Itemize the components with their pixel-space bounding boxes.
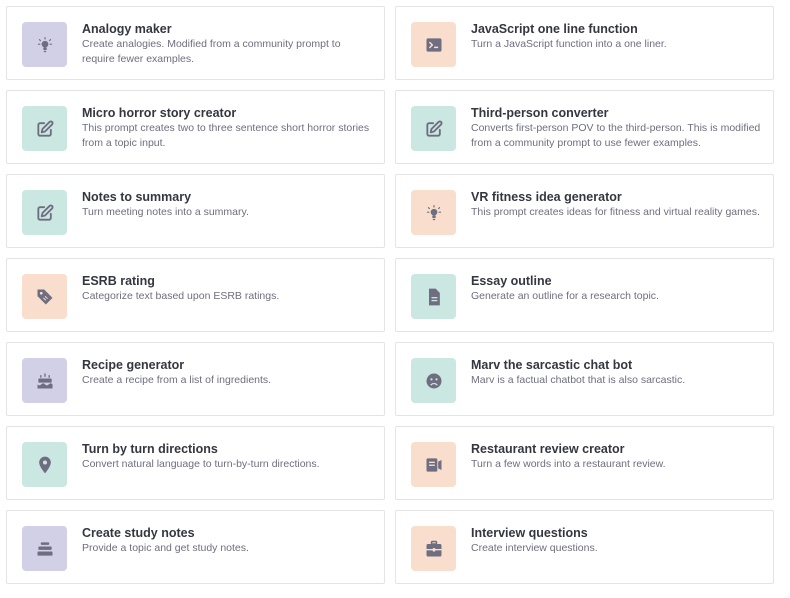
example-card-create-study-notes[interactable]: Create study notes Provide a topic and g…	[6, 510, 385, 584]
icon-tile	[22, 442, 67, 487]
sad-face-icon	[424, 371, 444, 391]
card-text: Create study notes Provide a topic and g…	[82, 525, 372, 556]
lightbulb-icon	[424, 203, 444, 223]
card-title: Recipe generator	[82, 358, 185, 372]
card-title: Notes to summary	[82, 190, 192, 204]
example-card-essay-outline[interactable]: Essay outline Generate an outline for a …	[395, 258, 774, 332]
card-title: Marv the sarcastic chat bot	[471, 358, 633, 372]
icon-tile	[411, 442, 456, 487]
card-description: Turn a JavaScript function into a one li…	[471, 38, 667, 50]
card-title: VR fitness idea generator	[471, 190, 622, 204]
card-title: Create study notes	[82, 526, 195, 540]
card-description: Convert natural language to turn-by-turn…	[82, 458, 320, 470]
card-description: Create a recipe from a list of ingredien…	[82, 374, 272, 386]
example-card-restaurant-review-creator[interactable]: Restaurant review creator Turn a few wor…	[395, 426, 774, 500]
icon-tile	[411, 22, 456, 67]
card-title: JavaScript one line function	[471, 22, 638, 36]
icon-tile	[22, 106, 67, 151]
card-description: Generate an outline for a research topic…	[471, 290, 659, 302]
card-description: This prompt creates ideas for fitness an…	[471, 206, 760, 218]
example-card-micro-horror-story-creator[interactable]: Micro horror story creator This prompt c…	[6, 90, 385, 164]
example-card-esrb-rating[interactable]: ESRB rating Categorize text based upon E…	[6, 258, 385, 332]
card-title: ESRB rating	[82, 274, 155, 288]
card-description: Provide a topic and get study notes.	[82, 542, 249, 554]
card-description: Turn a few words into a restaurant revie…	[471, 458, 666, 470]
briefcase-icon	[424, 539, 444, 559]
card-title: Restaurant review creator	[471, 442, 625, 456]
card-title: Third-person converter	[471, 106, 609, 120]
example-card-vr-fitness-idea-generator[interactable]: VR fitness idea generator This prompt cr…	[395, 174, 774, 248]
example-card-javascript-one-line-function[interactable]: JavaScript one line function Turn a Java…	[395, 6, 774, 80]
tag-icon	[35, 287, 55, 307]
edit-icon	[424, 119, 444, 139]
icon-tile	[22, 358, 67, 403]
card-text: Turn by turn directions Convert natural …	[82, 441, 372, 472]
example-card-analogy-maker[interactable]: Analogy maker Create analogies. Modified…	[6, 6, 385, 80]
cake-icon	[35, 371, 55, 391]
card-text: JavaScript one line function Turn a Java…	[471, 21, 761, 52]
example-card-turn-by-turn-directions[interactable]: Turn by turn directions Convert natural …	[6, 426, 385, 500]
card-description: Converts first-person POV to the third-p…	[471, 122, 761, 149]
example-card-recipe-generator[interactable]: Recipe generator Create a recipe from a …	[6, 342, 385, 416]
edit-icon	[35, 203, 55, 223]
examples-grid: Analogy maker Create analogies. Modified…	[6, 6, 774, 584]
icon-tile	[22, 22, 67, 67]
example-card-notes-to-summary[interactable]: Notes to summary Turn meeting notes into…	[6, 174, 385, 248]
card-text: Essay outline Generate an outline for a …	[471, 273, 761, 304]
example-card-interview-questions[interactable]: Interview questions Create interview que…	[395, 510, 774, 584]
card-text: Interview questions Create interview que…	[471, 525, 761, 556]
card-title: Essay outline	[471, 274, 552, 288]
example-card-third-person-converter[interactable]: Third-person converter Converts first-pe…	[395, 90, 774, 164]
icon-tile	[411, 190, 456, 235]
example-card-marv-the-sarcastic-chat-bot[interactable]: Marv the sarcastic chat bot Marv is a fa…	[395, 342, 774, 416]
icon-tile	[22, 190, 67, 235]
icon-tile	[22, 274, 67, 319]
card-text: Micro horror story creator This prompt c…	[82, 105, 372, 151]
card-text: Third-person converter Converts first-pe…	[471, 105, 761, 151]
card-description: This prompt creates two to three sentenc…	[82, 122, 370, 149]
card-text: Marv the sarcastic chat bot Marv is a fa…	[471, 357, 761, 388]
document-icon	[424, 287, 444, 307]
terminal-icon	[424, 35, 444, 55]
card-description: Categorize text based upon ESRB ratings.	[82, 290, 280, 302]
icon-tile	[411, 274, 456, 319]
edit-icon	[35, 119, 55, 139]
card-text: Notes to summary Turn meeting notes into…	[82, 189, 372, 220]
card-title: Turn by turn directions	[82, 442, 218, 456]
card-text: ESRB rating Categorize text based upon E…	[82, 273, 372, 304]
map-pin-icon	[35, 455, 55, 475]
card-description: Create interview questions.	[471, 542, 598, 554]
card-text: Recipe generator Create a recipe from a …	[82, 357, 372, 388]
card-description: Create analogies. Modified from a commun…	[82, 38, 341, 65]
card-description: Marv is a factual chatbot that is also s…	[471, 374, 686, 386]
icon-tile	[411, 106, 456, 151]
card-text: VR fitness idea generator This prompt cr…	[471, 189, 761, 220]
card-description: Turn meeting notes into a summary.	[82, 206, 249, 218]
icon-tile	[22, 526, 67, 571]
card-text: Restaurant review creator Turn a few wor…	[471, 441, 761, 472]
card-title: Interview questions	[471, 526, 588, 540]
stack-icon	[35, 539, 55, 559]
card-title: Analogy maker	[82, 22, 172, 36]
icon-tile	[411, 526, 456, 571]
card-title: Micro horror story creator	[82, 106, 237, 120]
card-text: Analogy maker Create analogies. Modified…	[82, 21, 372, 67]
lightbulb-icon	[35, 35, 55, 55]
icon-tile	[411, 358, 456, 403]
review-icon	[424, 455, 444, 475]
